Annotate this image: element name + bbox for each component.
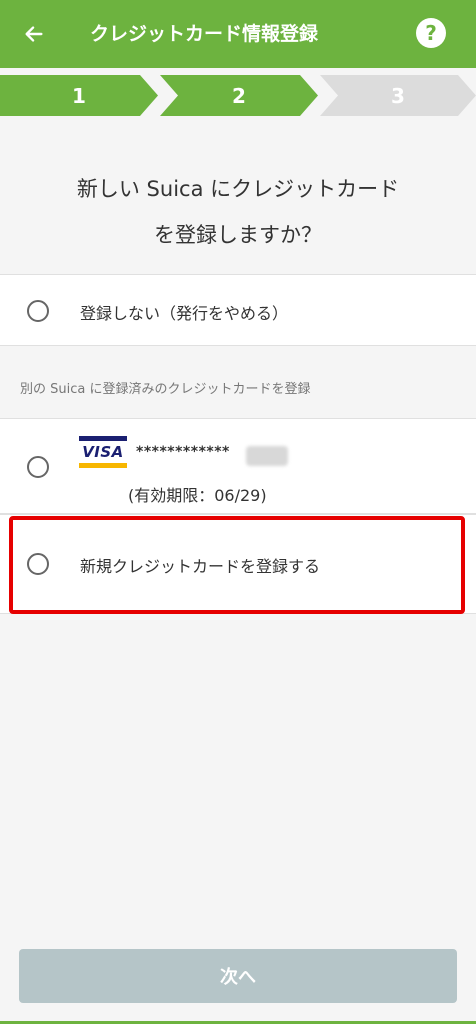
help-icon[interactable]: ? [416, 18, 446, 48]
radio-button[interactable] [27, 456, 49, 478]
card-expiry: (有効期限：06/29) [128, 486, 267, 505]
option-new-card-label: 新規クレジットカードを登録する [80, 557, 321, 576]
section-label: 別の Suica に登録済みのクレジットカードを登録 [20, 382, 311, 397]
visa-logo: VISA [79, 436, 127, 468]
visa-logo-text: VISA [82, 443, 124, 461]
card-number: ************ [136, 444, 230, 460]
arrow-left-icon [25, 26, 43, 42]
question-line-2: を登録しますか？ [154, 223, 322, 247]
question-line-1: 新しい Suica にクレジットカード [76, 177, 400, 201]
option-no-register-label: 登録しない（発行をやめる） [80, 304, 289, 323]
step-2: 2 [160, 75, 318, 116]
card-number-blurred [246, 446, 288, 466]
option-no-register[interactable]: 登録しない（発行をやめる） [0, 274, 476, 346]
back-button[interactable] [14, 14, 54, 54]
visa-logo-bar-top [79, 436, 127, 441]
progress-stepper: 1 2 3 [0, 75, 476, 116]
next-button[interactable]: 次へ [19, 949, 457, 1003]
option-new-card[interactable]: 新規クレジットカードを登録する [0, 514, 476, 614]
step-3: 3 [320, 75, 476, 116]
radio-button[interactable] [27, 300, 49, 322]
visa-logo-bar-bottom [79, 463, 127, 468]
app-bar: クレジットカード情報登録 ? [0, 0, 476, 68]
radio-button[interactable] [27, 553, 49, 575]
step-1: 1 [0, 75, 158, 116]
question-text: 新しい Suica にクレジットカード を登録しますか？ [0, 166, 476, 258]
page-title: クレジットカード情報登録 [90, 23, 319, 45]
